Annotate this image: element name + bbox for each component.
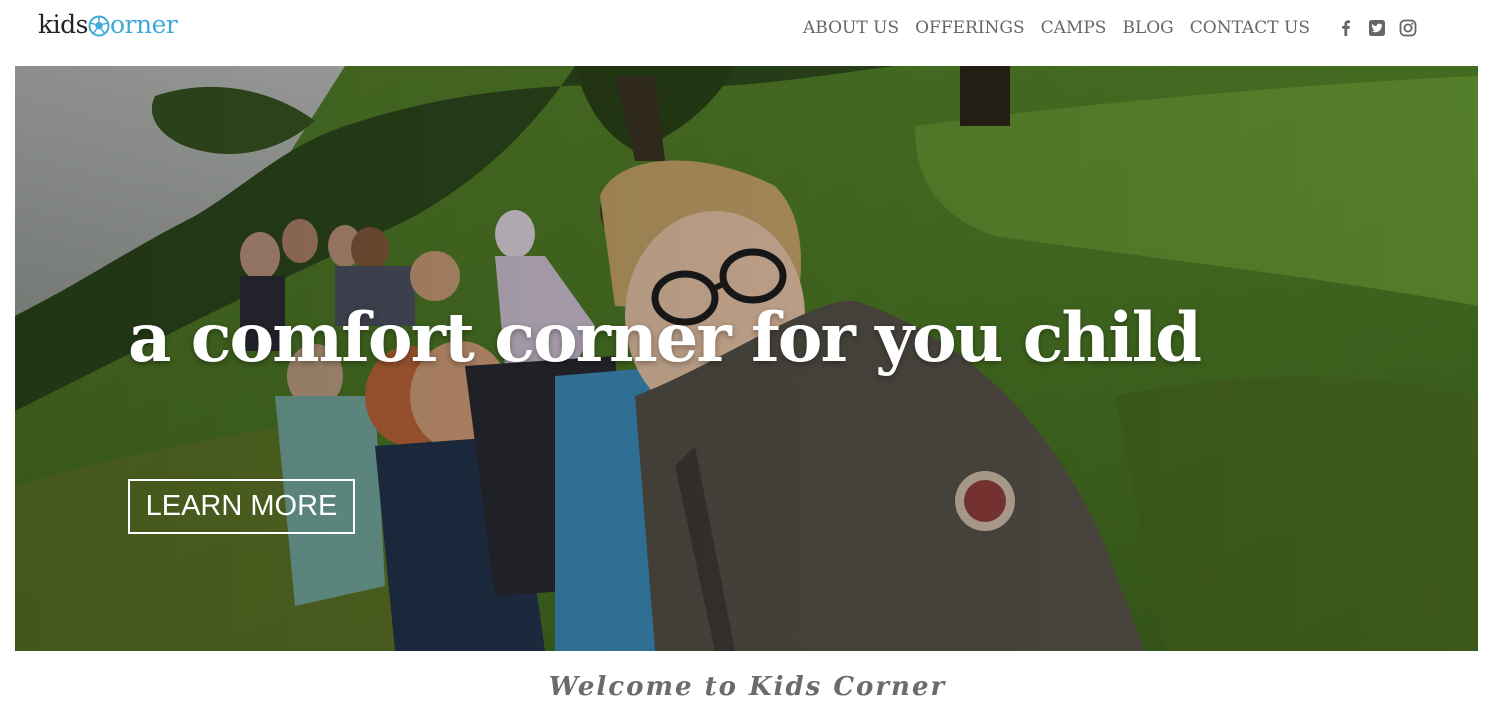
- page: kids orner ABOUT US OFFERINGS CAMPS BLOG…: [0, 0, 1495, 706]
- nav-camps[interactable]: CAMPS: [1041, 14, 1107, 42]
- nav-about-us[interactable]: ABOUT US: [803, 14, 899, 42]
- hero-title: a comfort corner for you child: [128, 298, 1202, 377]
- twitter-icon[interactable]: [1368, 19, 1386, 37]
- logo-text-orner: orner: [109, 10, 178, 39]
- facebook-icon[interactable]: [1337, 19, 1355, 37]
- soccer-ball-icon: [88, 12, 110, 37]
- nav-blog[interactable]: BLOG: [1122, 14, 1173, 42]
- learn-more-button[interactable]: LEARN MORE: [128, 479, 355, 534]
- site-logo[interactable]: kids orner: [38, 8, 178, 42]
- hero-banner: a comfort corner for you child LEARN MOR…: [15, 66, 1478, 651]
- welcome-heading: Welcome to Kids Corner: [548, 672, 947, 702]
- nav-offerings[interactable]: OFFERINGS: [915, 14, 1025, 42]
- main-nav: ABOUT US OFFERINGS CAMPS BLOG CONTACT US: [787, 14, 1417, 42]
- logo-text-kids: kids: [38, 10, 88, 39]
- site-header: kids orner ABOUT US OFFERINGS CAMPS BLOG…: [0, 0, 1495, 66]
- nav-contact-us[interactable]: CONTACT US: [1190, 14, 1310, 42]
- social-links: [1324, 19, 1417, 37]
- instagram-icon[interactable]: [1399, 19, 1417, 37]
